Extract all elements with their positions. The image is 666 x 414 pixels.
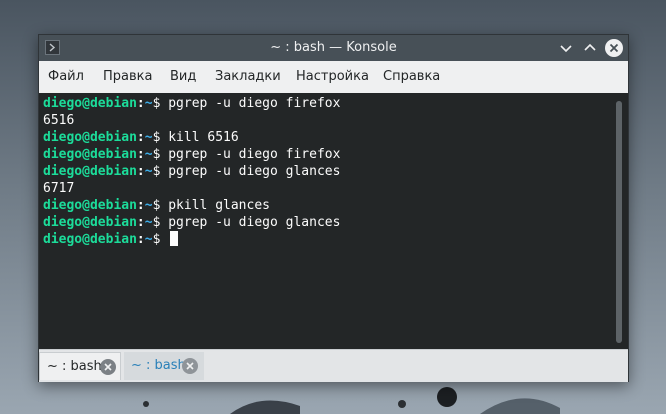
terminal-prompt-line: diego@debian:~$ pgrep -u diego firefox xyxy=(43,146,340,163)
command-text: pkill glances xyxy=(168,198,270,213)
terminal-area[interactable]: diego@debian:~$ pgrep -u diego firefox 65… xyxy=(39,93,628,349)
prompt-user: diego@debian xyxy=(43,215,137,230)
prompt-symbol: $ xyxy=(152,130,169,145)
scrollbar[interactable] xyxy=(616,101,622,343)
terminal-prompt-line: diego@debian:~$ kill 6516 xyxy=(43,129,340,146)
maximize-icon xyxy=(584,43,596,51)
tab-bar: ~ : bash ~ : bash xyxy=(39,349,628,382)
prompt-dir: ~ xyxy=(144,147,153,162)
menu-file[interactable]: Файл xyxy=(48,61,84,93)
title-bar[interactable]: ~ : bash — Konsole xyxy=(39,35,628,61)
konsole-window: ~ : bash — Konsole Файл Правка Вид Закла… xyxy=(38,34,629,382)
terminal-prompt-line: diego@debian:~$ pgrep -u diego glances xyxy=(43,214,340,231)
prompt-colon: : xyxy=(136,232,145,247)
terminal-output-line: 6717 xyxy=(43,180,340,197)
maximize-button[interactable] xyxy=(581,39,599,57)
menu-bar: Файл Правка Вид Закладки Настройка Справ… xyxy=(39,61,628,94)
terminal-output: diego@debian:~$ pgrep -u diego firefox 65… xyxy=(43,95,340,248)
command-text: pgrep -u diego firefox xyxy=(168,147,341,162)
prompt-dir: ~ xyxy=(144,130,153,145)
prompt-colon: : xyxy=(136,198,145,213)
minimize-button[interactable] xyxy=(557,39,575,57)
command-text: pgrep -u diego glances xyxy=(168,215,341,230)
prompt-symbol: $ xyxy=(152,198,169,213)
menu-help[interactable]: Справка xyxy=(383,61,440,93)
prompt-dir: ~ xyxy=(144,215,153,230)
command-text: kill 6516 xyxy=(168,130,239,145)
terminal-prompt-line: diego@debian:~$ pgrep -u diego glances xyxy=(43,163,340,180)
prompt-symbol: $ xyxy=(152,164,169,179)
prompt-colon: : xyxy=(136,96,145,111)
close-button[interactable] xyxy=(605,39,623,57)
menu-edit[interactable]: Правка xyxy=(103,61,152,93)
tab-bash-1[interactable]: ~ : bash xyxy=(39,352,121,380)
prompt-user: diego@debian xyxy=(43,164,137,179)
tab-close-button[interactable] xyxy=(100,359,116,375)
prompt-colon: : xyxy=(136,147,145,162)
output-text: 6717 xyxy=(43,181,75,196)
tab-bash-2[interactable]: ~ : bash xyxy=(124,352,204,380)
close-tab-icon xyxy=(182,358,198,374)
prompt-symbol: $ xyxy=(152,147,169,162)
menu-bookmarks[interactable]: Закладки xyxy=(215,61,281,93)
prompt-user: diego@debian xyxy=(43,232,137,247)
menu-view[interactable]: Вид xyxy=(170,61,196,93)
menu-settings[interactable]: Настройка xyxy=(296,61,369,93)
prompt-user: diego@debian xyxy=(43,147,137,162)
command-text: pgrep -u diego glances xyxy=(168,164,341,179)
terminal-prompt-line: diego@debian:~$ pkill glances xyxy=(43,197,340,214)
tab-label: ~ : bash xyxy=(47,359,102,374)
text-cursor xyxy=(170,231,179,246)
output-text: 6516 xyxy=(43,113,75,128)
tab-label: ~ : bash xyxy=(131,358,186,373)
prompt-colon: : xyxy=(136,215,145,230)
minimize-icon xyxy=(560,45,572,53)
prompt-colon: : xyxy=(136,164,145,179)
prompt-dir: ~ xyxy=(144,96,153,111)
prompt-symbol: $ xyxy=(152,215,169,230)
prompt-symbol: $ xyxy=(152,232,169,247)
prompt-colon: : xyxy=(136,130,145,145)
prompt-user: diego@debian xyxy=(43,96,137,111)
scrollbar-thumb[interactable] xyxy=(616,101,622,343)
prompt-user: diego@debian xyxy=(43,198,137,213)
close-icon xyxy=(605,39,623,57)
prompt-dir: ~ xyxy=(144,164,153,179)
close-tab-icon xyxy=(100,359,116,375)
terminal-output-line: 6516 xyxy=(43,112,340,129)
prompt-dir: ~ xyxy=(144,198,153,213)
terminal-prompt-line: diego@debian:~$ xyxy=(43,231,340,248)
prompt-symbol: $ xyxy=(152,96,169,111)
tab-close-button[interactable] xyxy=(182,358,198,374)
prompt-dir: ~ xyxy=(144,232,153,247)
terminal-prompt-line: diego@debian:~$ pgrep -u diego firefox xyxy=(43,95,340,112)
command-text: pgrep -u diego firefox xyxy=(168,96,341,111)
window-title: ~ : bash — Konsole xyxy=(270,40,397,55)
prompt-user: diego@debian xyxy=(43,130,137,145)
